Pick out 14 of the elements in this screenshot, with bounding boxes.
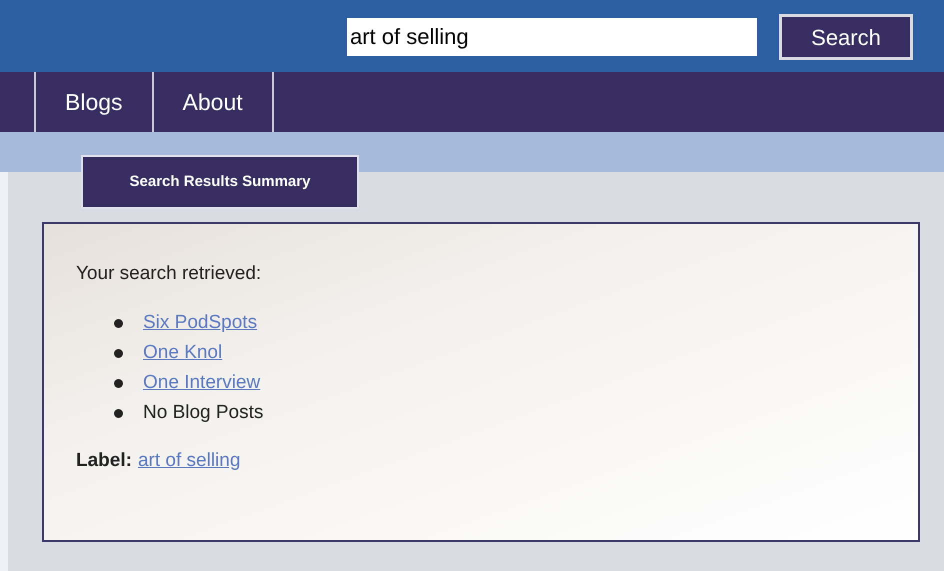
result-link[interactable]: One Knol	[143, 339, 222, 368]
bullet-icon	[114, 319, 123, 328]
bullet-icon	[114, 379, 123, 388]
search-field[interactable]: art of selling	[347, 18, 757, 56]
label-link[interactable]: art of selling	[138, 446, 240, 475]
result-link[interactable]: Six PodSpots	[143, 309, 258, 338]
search-button[interactable]: Search	[779, 14, 913, 60]
label-caption: Label:	[76, 448, 132, 472]
summary-tab[interactable]: Search Results Summary	[81, 155, 359, 209]
bullet-icon	[114, 409, 123, 418]
bullet-icon	[114, 349, 123, 358]
intro-text: Your search retrieved:	[76, 262, 262, 286]
result-text: No Blog Posts	[143, 401, 264, 426]
result-link[interactable]: One Interview	[143, 369, 260, 398]
